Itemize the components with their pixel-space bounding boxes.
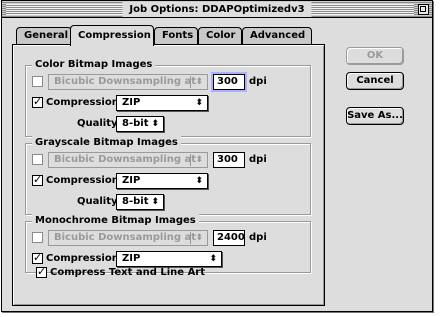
downsample-row: Bicubic Downsampling at ⬍ 2400 dpi	[32, 230, 302, 246]
title-bar[interactable]: Job Options: DDAPOptimizedv3	[2, 1, 432, 18]
color-bitmap-group: Color Bitmap Images Bicubic Downsampling…	[25, 58, 311, 137]
tab-fonts[interactable]: Fonts	[154, 27, 198, 45]
updown-arrows-icon: ⬍	[151, 197, 159, 207]
downsample-method-popup[interactable]: Bicubic Downsampling at ⬍	[48, 74, 208, 90]
grayscale-bitmap-group: Grayscale Bitmap Images Bicubic Downsamp…	[25, 136, 311, 215]
popup-separator	[190, 232, 191, 244]
downsample-row: Bicubic Downsampling at ⬍ 300 dpi	[32, 72, 302, 92]
unit-label: dpi	[249, 232, 267, 243]
save-as-button[interactable]: Save As...	[346, 107, 404, 125]
popup-value: 8-bit	[122, 196, 149, 207]
downsample-row: Bicubic Downsampling at ⬍ 300 dpi	[32, 152, 302, 168]
ok-button[interactable]: OK	[346, 47, 404, 65]
quality-popup[interactable]: 8-bit ⬍	[116, 116, 164, 132]
popup-value: ZIP	[122, 175, 141, 186]
compression-checkbox[interactable]	[32, 251, 43, 265]
unit-label: dpi	[249, 76, 267, 87]
resolution-field[interactable]: 300	[211, 72, 247, 92]
compress-text-checkbox[interactable]	[36, 265, 47, 279]
popup-value: ZIP	[122, 253, 141, 264]
quality-label: Quality:	[77, 118, 122, 129]
downsample-checkbox[interactable]	[32, 154, 43, 165]
group-title: Grayscale Bitmap Images	[32, 136, 181, 150]
group-title: Color Bitmap Images	[32, 58, 156, 72]
downsample-method-popup[interactable]: Bicubic Downsampling at ⬍	[48, 152, 208, 168]
cancel-button[interactable]: Cancel	[346, 72, 404, 90]
tab-advanced[interactable]: Advanced	[242, 27, 312, 45]
quality-row: Quality: 8-bit ⬍	[32, 116, 302, 132]
popup-value: ZIP	[122, 97, 141, 108]
tab-compression[interactable]: Compression	[70, 25, 154, 46]
popup-value: Bicubic Downsampling at	[54, 232, 197, 243]
compression-checkbox[interactable]	[32, 95, 43, 109]
tab-color[interactable]: Color	[198, 27, 242, 45]
compression-label: Compression:	[46, 97, 123, 108]
zoom-box-icon[interactable]	[418, 4, 429, 15]
unit-label: dpi	[249, 154, 267, 165]
compression-checkbox[interactable]	[32, 173, 43, 187]
popup-value: 8-bit	[122, 118, 149, 129]
updown-arrows-icon: ⬍	[195, 155, 203, 165]
popup-separator	[190, 76, 191, 88]
compression-popup[interactable]: ZIP ⬍	[116, 173, 208, 189]
compression-popup[interactable]: ZIP ⬍	[116, 95, 208, 111]
compression-row: Compression: ZIP ⬍	[32, 95, 302, 111]
popup-value: Bicubic Downsampling at	[54, 76, 197, 87]
window-title: Job Options: DDAPOptimizedv3	[122, 2, 312, 17]
compression-row: Compression: ZIP ⬍	[32, 173, 302, 189]
compression-label: Compression:	[46, 253, 123, 264]
updown-arrows-icon: ⬍	[151, 119, 159, 129]
job-options-window: Job Options: DDAPOptimizedv3 General Com…	[1, 0, 433, 312]
compress-text-row: Compress Text and Line Art	[36, 265, 276, 281]
resolution-field[interactable]: 2400	[213, 230, 245, 246]
downsample-method-popup[interactable]: Bicubic Downsampling at ⬍	[48, 230, 208, 246]
popup-separator	[190, 154, 191, 166]
compression-label: Compression:	[46, 175, 123, 186]
compress-text-label: Compress Text and Line Art	[50, 267, 206, 278]
quality-label: Quality:	[77, 196, 122, 207]
tab-general[interactable]: General	[16, 27, 72, 45]
downsample-checkbox[interactable]	[32, 232, 43, 243]
quality-row: Quality: 8-bit ⬍	[32, 194, 302, 210]
downsample-checkbox[interactable]	[32, 76, 43, 87]
updown-arrows-icon: ⬍	[195, 233, 203, 243]
quality-popup[interactable]: 8-bit ⬍	[116, 194, 164, 210]
updown-arrows-icon: ⬍	[195, 176, 203, 186]
updown-arrows-icon: ⬍	[209, 254, 217, 264]
popup-value: Bicubic Downsampling at	[54, 154, 197, 165]
resolution-field[interactable]: 300	[213, 152, 245, 168]
updown-arrows-icon: ⬍	[195, 77, 203, 87]
updown-arrows-icon: ⬍	[195, 98, 203, 108]
group-title: Monochrome Bitmap Images	[32, 214, 199, 228]
